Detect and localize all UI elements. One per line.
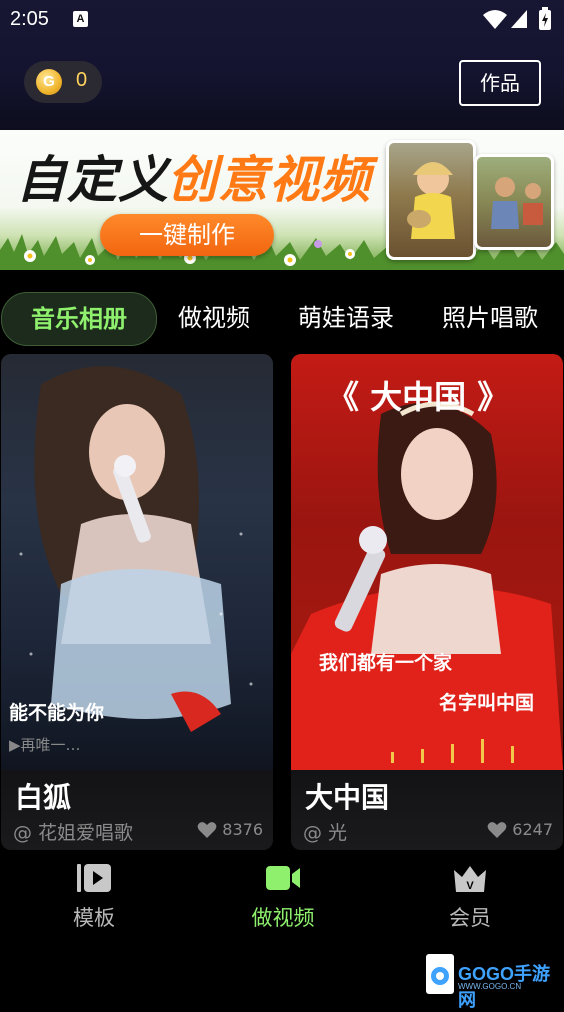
banner-title-main: 自定义 bbox=[16, 151, 169, 209]
tab-photo-singing[interactable]: 照片唱歌 bbox=[442, 292, 538, 344]
template-title: 大中国 bbox=[305, 781, 390, 814]
template-author[interactable]: @ 花姐爱唱歌 bbox=[13, 818, 133, 845]
template-title: 白狐 bbox=[15, 781, 72, 814]
banner-photo-baby bbox=[386, 140, 476, 260]
promo-banner[interactable]: 自定义 创意视频 一键制作 bbox=[0, 130, 564, 270]
video-camera-icon bbox=[266, 866, 300, 890]
nav-make-video[interactable]: 做视频 bbox=[223, 862, 343, 932]
like-count: 8376 bbox=[222, 820, 263, 839]
thumbnail-lyric-text: 我们都有一个家 bbox=[319, 652, 453, 674]
template-card[interactable]: 能不能为你 ▶再唯一… 白狐 @ 花姐爱唱歌 8376 bbox=[1, 354, 273, 850]
works-button[interactable]: 作品 bbox=[459, 60, 541, 106]
category-tabs: 音乐相册 做视频 萌娃语录 照片唱歌 bbox=[0, 290, 564, 350]
create-now-button[interactable]: 一键制作 bbox=[100, 214, 274, 256]
svg-text:V: V bbox=[466, 880, 474, 892]
coin-count: 0 bbox=[76, 69, 88, 91]
battery-charging-icon bbox=[539, 7, 551, 30]
thumbnail-lyric-subtext: ▶再唯一… bbox=[9, 736, 81, 754]
tab-baby-quotes[interactable]: 萌娃语录 bbox=[298, 292, 394, 344]
banner-title-highlight: 创意视频 bbox=[167, 151, 371, 209]
nav-vip-label: 会员 bbox=[449, 906, 491, 930]
site-watermark: GOGO手游网 WWW.GOGO.CN bbox=[424, 952, 558, 1010]
status-bar: 2:05 A bbox=[0, 0, 564, 40]
thumbnail-lyric-subtext: 名字叫中国 bbox=[439, 692, 535, 714]
tab-make-video[interactable]: 做视频 bbox=[178, 292, 250, 344]
template-thumbnail: 《 大中国 》 我们都有一个家 名字叫中国 bbox=[291, 354, 563, 770]
wifi-icon bbox=[483, 10, 507, 29]
thumbnail-song-title: 《 大中国 》 bbox=[327, 378, 510, 416]
nav-templates[interactable]: 模板 bbox=[34, 862, 154, 932]
banner-photo-children bbox=[474, 154, 554, 250]
nav-make-video-label: 做视频 bbox=[251, 906, 315, 930]
tab-music-album[interactable]: 音乐相册 bbox=[1, 292, 157, 346]
coin-balance[interactable]: G 0 bbox=[24, 61, 102, 103]
heart-icon[interactable] bbox=[487, 821, 507, 839]
coin-icon: G bbox=[36, 69, 62, 95]
watermark-subtext: WWW.GOGO.CN bbox=[458, 982, 522, 991]
nav-vip[interactable]: V 会员 bbox=[410, 862, 530, 932]
watermark-logo-icon bbox=[426, 954, 454, 994]
template-card[interactable]: 《 大中国 》 我们都有一个家 名字叫中国 大中国 @ 光 6247 bbox=[291, 354, 563, 850]
play-film-icon bbox=[77, 864, 111, 892]
like-count: 6247 bbox=[512, 820, 553, 839]
status-time: 2:05 bbox=[10, 8, 49, 30]
vip-crown-icon: V bbox=[454, 866, 486, 892]
notification-a-icon: A bbox=[73, 11, 88, 27]
thumbnail-lyric-text: 能不能为你 bbox=[9, 702, 105, 724]
cellular-signal-icon bbox=[511, 10, 527, 28]
heart-icon[interactable] bbox=[197, 821, 217, 839]
template-author[interactable]: @ 光 bbox=[303, 818, 347, 845]
nav-templates-label: 模板 bbox=[73, 906, 115, 930]
template-thumbnail: 能不能为你 ▶再唯一… bbox=[1, 354, 273, 770]
